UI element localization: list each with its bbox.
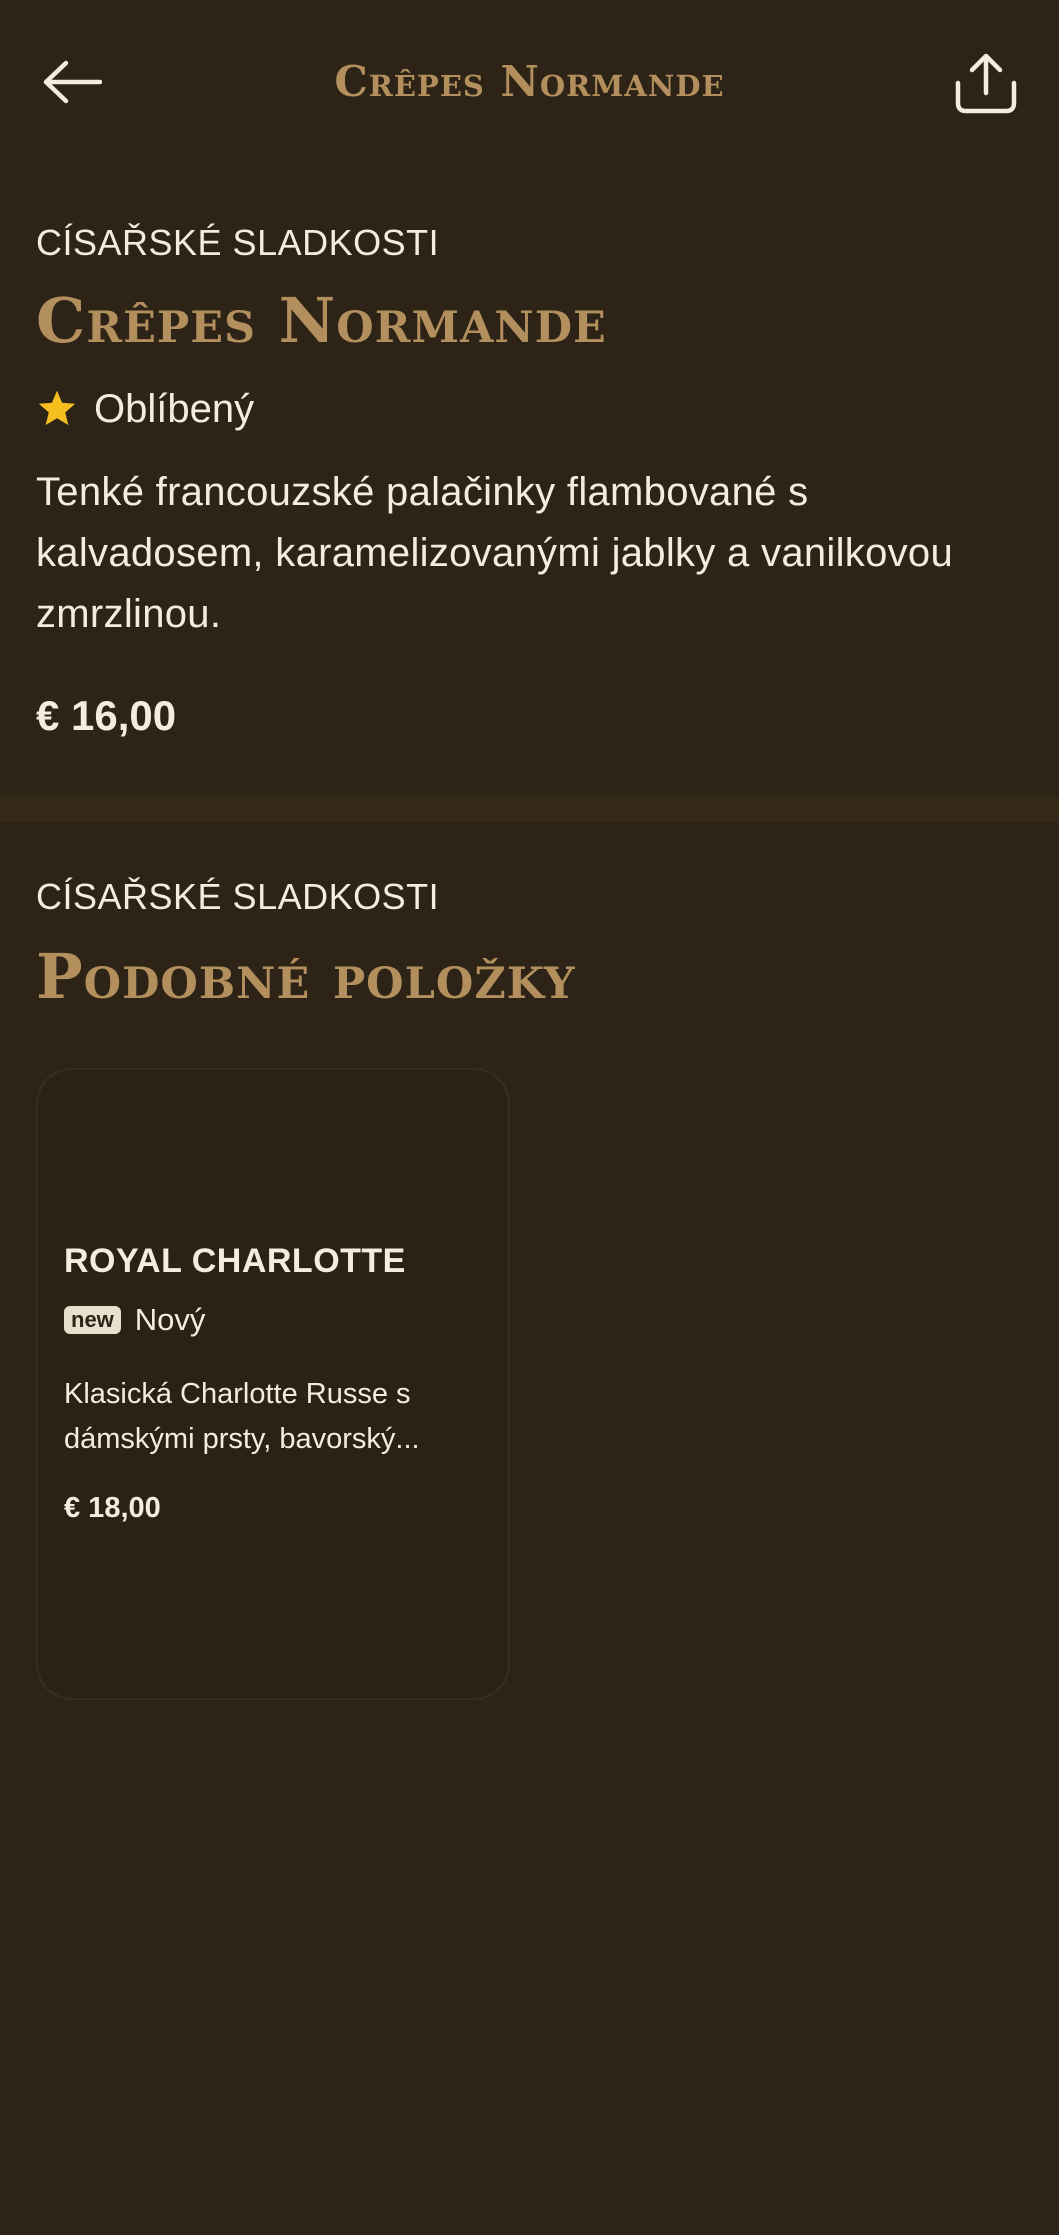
star-icon xyxy=(38,390,76,426)
description-line: dámskými prsty, bavorský... xyxy=(64,1423,420,1455)
share-button[interactable] xyxy=(952,50,1020,118)
new-badge-label: Nový xyxy=(134,1302,206,1337)
item-category: CÍSAŘSKÉ SLADKOSTI xyxy=(36,222,440,263)
description-line: Klasická Charlotte Russe s xyxy=(64,1378,411,1410)
arrow-left-icon xyxy=(43,60,102,104)
similar-item-name: ROYAL CHARLOTTE xyxy=(64,1242,406,1280)
similar-item-description: Klasická Charlotte Russe s dámskými prst… xyxy=(64,1372,484,1462)
item-title: Crêpes Normande xyxy=(36,284,607,357)
similar-title: Podobné položky xyxy=(36,940,576,1013)
similar-category: CÍSAŘSKÉ SLADKOSTI xyxy=(36,876,440,917)
badge-label: Oblíbený xyxy=(94,386,255,431)
new-tag: new xyxy=(64,1306,121,1334)
share-icon xyxy=(955,53,1017,114)
header-title: Crêpes Normande xyxy=(334,57,725,106)
similar-item-card[interactable]: ROYAL CHARLOTTE new Nový Klasická Charlo… xyxy=(36,1068,510,1700)
item-price: € 16,00 xyxy=(36,692,177,739)
new-badge: new Nový xyxy=(64,1302,205,1338)
popular-badge: Oblíbený xyxy=(36,384,254,434)
app-header: Crêpes Normande xyxy=(0,0,1059,165)
section-divider xyxy=(0,796,1059,822)
back-button[interactable] xyxy=(40,54,104,110)
similar-item-price: € 18,00 xyxy=(64,1492,161,1524)
item-description: Tenké francouzské palačinky flambované s… xyxy=(36,470,954,636)
